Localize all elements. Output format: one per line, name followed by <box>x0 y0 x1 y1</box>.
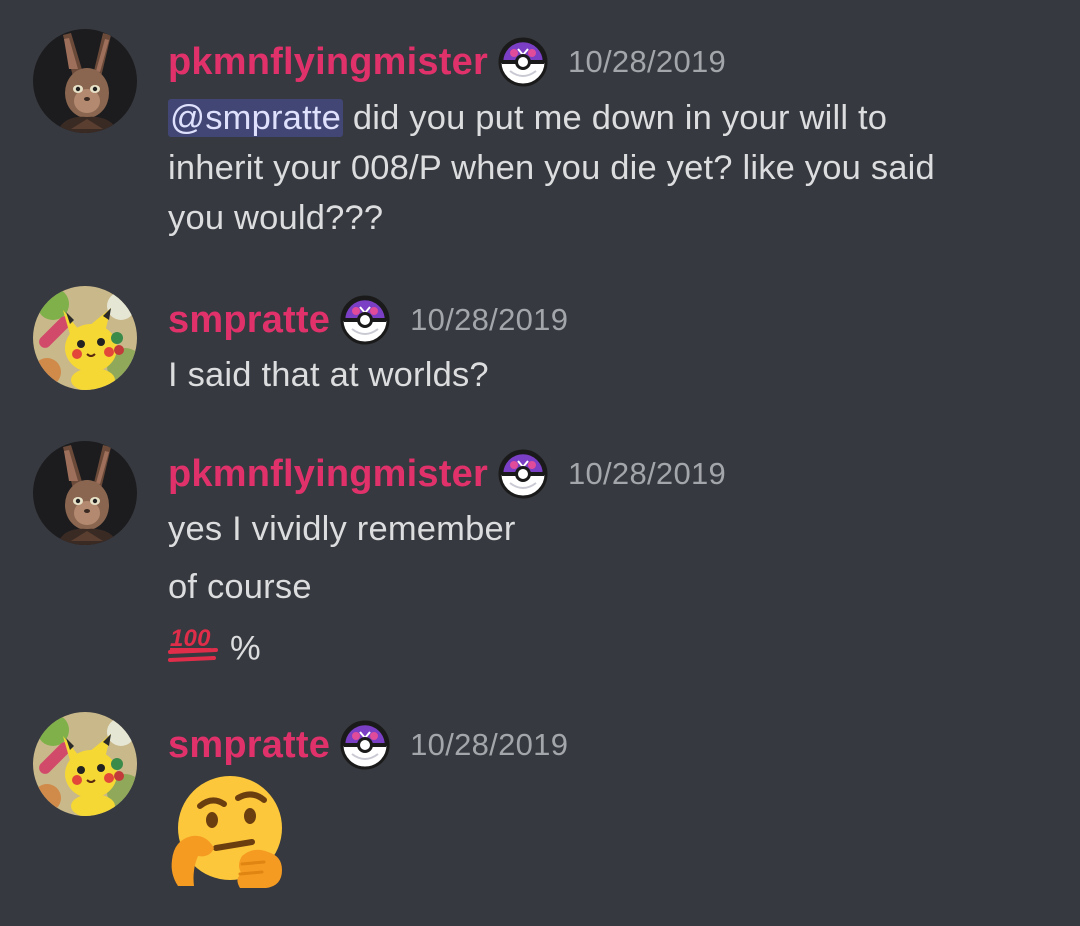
message-text: yes I vividly remember <box>168 510 516 548</box>
message-text-fragment: did you put me down in your will to <box>352 99 888 137</box>
timestamp: 10/28/2019 <box>567 456 727 491</box>
message-header: smpratte 10/28/2019 <box>168 295 568 345</box>
username[interactable]: smpratte <box>168 724 330 767</box>
pikachu-avatar-icon[interactable] <box>33 286 137 390</box>
message-text: 100 % <box>168 624 261 677</box>
username[interactable]: pkmnflyingmister <box>168 453 488 496</box>
message-text: you would??? <box>168 199 384 237</box>
svg-text:100: 100 <box>170 625 211 652</box>
hundred-points-emoji: 100 <box>168 624 222 677</box>
message-header: pkmnflyingmister 10/28/2019 <box>168 37 726 87</box>
master-ball-badge-icon[interactable] <box>498 449 548 499</box>
pikachu-avatar-icon[interactable] <box>33 712 137 816</box>
timestamp: 10/28/2019 <box>410 302 569 337</box>
message-header: smpratte 10/28/2019 <box>168 720 568 770</box>
message-text: of course <box>168 568 312 606</box>
message-text: @smpratte did you put me down in your wi… <box>168 98 887 138</box>
message-text: inherit your 008/P when you die yet? lik… <box>168 149 935 187</box>
user-mention[interactable]: @smpratte <box>168 99 344 137</box>
timestamp: 10/28/2019 <box>567 44 727 79</box>
master-ball-badge-icon[interactable] <box>340 720 390 770</box>
master-ball-badge-icon[interactable] <box>498 37 548 87</box>
message-text-fragment: % <box>230 629 261 668</box>
message-text: I said that at worlds? <box>168 356 489 394</box>
master-ball-badge-icon[interactable] <box>340 295 390 345</box>
rabbit-avatar-icon[interactable] <box>33 441 137 545</box>
rabbit-avatar-icon[interactable] <box>33 29 137 133</box>
message-header: pkmnflyingmister 10/28/2019 <box>168 449 726 499</box>
username[interactable]: pkmnflyingmister <box>168 41 488 84</box>
username[interactable]: smpratte <box>168 299 330 342</box>
timestamp: 10/28/2019 <box>410 727 569 762</box>
thinking-face-emoji <box>170 774 286 890</box>
